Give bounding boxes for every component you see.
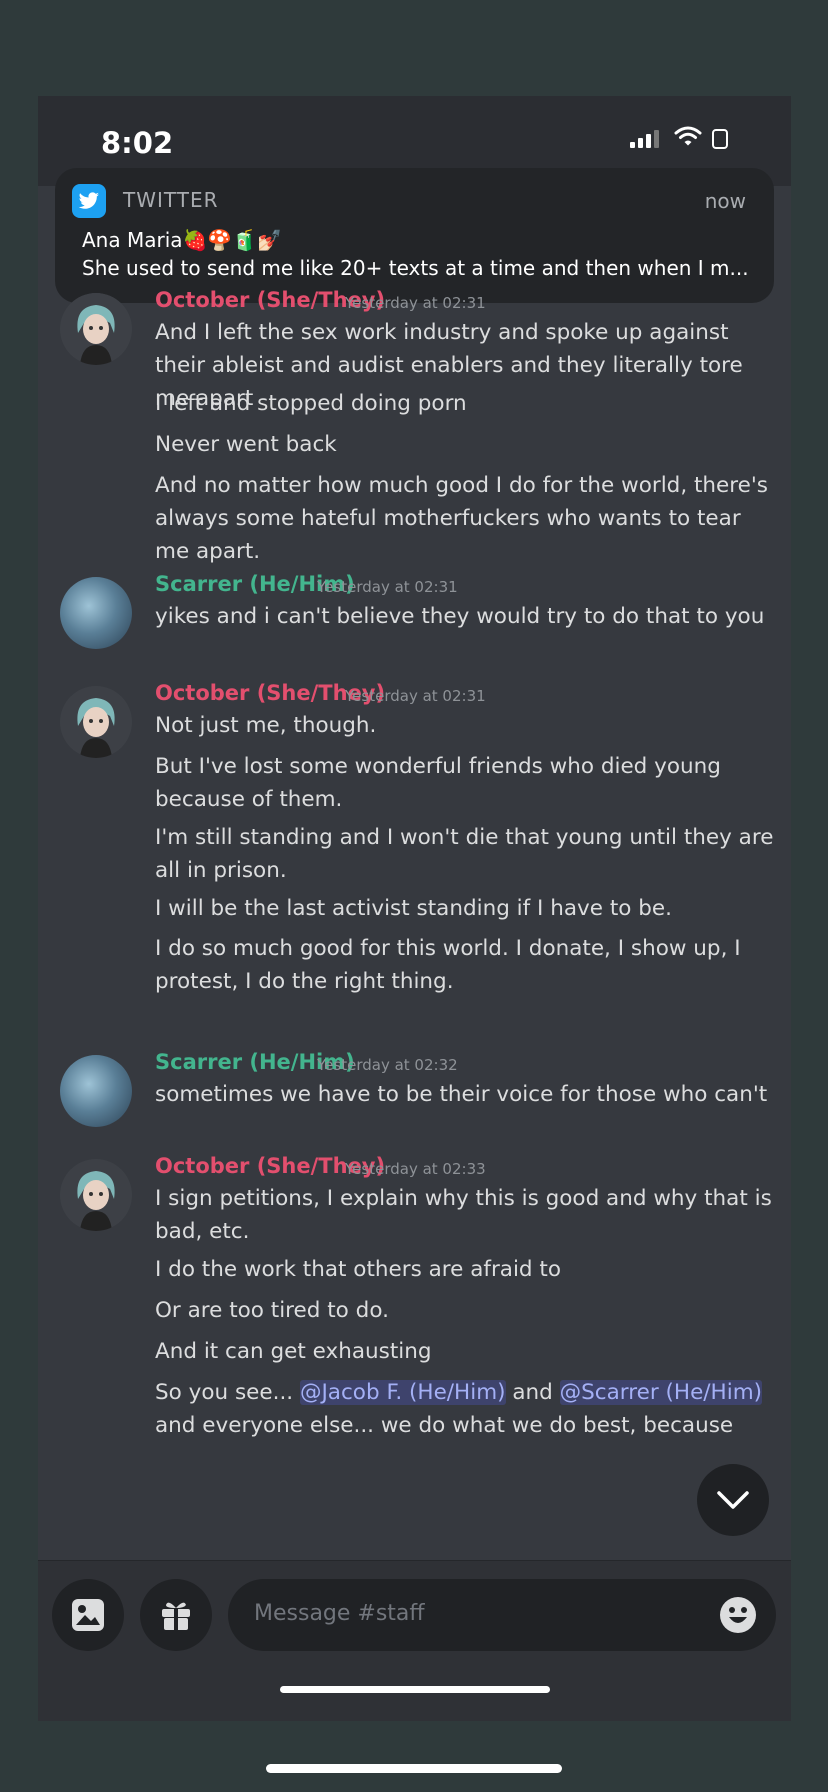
message-timestamp: Yesterday at 02:31: [317, 578, 458, 596]
smiley-icon: [729, 1607, 747, 1623]
user-mention[interactable]: @Scarrer (He/Him): [559, 1380, 763, 1405]
gift-button[interactable]: [140, 1579, 212, 1651]
message-timestamp: Yesterday at 02:31: [345, 294, 486, 312]
status-time: 8:02: [101, 126, 174, 160]
message-input-placeholder: Message #staff: [254, 1601, 425, 1626]
message-timestamp: Yesterday at 02:32: [317, 1056, 458, 1074]
app-home-indicator: [280, 1686, 550, 1693]
app-window: 8:02 TWITTER now Ana Maria🍓🍄🧃💅🏻 She used…: [38, 96, 791, 1721]
message-text: I will be the last activist standing if …: [155, 896, 672, 921]
message-text-middle: and: [505, 1380, 560, 1405]
avatar[interactable]: [60, 1055, 132, 1127]
wifi-icon: [674, 126, 702, 146]
message-timestamp: Yesterday at 02:33: [345, 1160, 486, 1178]
jump-to-latest-button[interactable]: [697, 1464, 769, 1536]
message-text: But I've lost some wonderful friends who…: [155, 754, 721, 812]
image-icon: [72, 1599, 104, 1631]
message-text: I'm still standing and I won't die that …: [155, 825, 774, 883]
twitter-icon: [72, 184, 106, 218]
notification-time: now: [704, 189, 746, 213]
message-group: October (She/They) Yesterday at 02:31 An…: [38, 286, 791, 564]
message-text: And no matter how much good I do for the…: [155, 473, 768, 564]
chevron-down-icon: [717, 1491, 749, 1509]
message-text: I left and stopped doing porn: [155, 391, 467, 416]
message-group: Scarrer (He/Him) Yesterday at 02:32 some…: [38, 1048, 791, 1128]
message-text: So you see... @Jacob F. (He/Him) and @Sc…: [155, 1376, 775, 1442]
avatar[interactable]: [60, 1159, 132, 1231]
attach-image-button[interactable]: [52, 1579, 124, 1651]
message-text: I do so much good for this world. I dona…: [155, 936, 741, 994]
push-notification[interactable]: TWITTER now Ana Maria🍓🍄🧃💅🏻 She used to s…: [55, 168, 774, 303]
notification-title: Ana Maria🍓🍄🧃💅🏻: [82, 228, 283, 252]
message-text: Never went back: [155, 432, 337, 457]
message-group: October (She/They) Yesterday at 02:31 No…: [38, 679, 791, 1009]
user-mention[interactable]: @Jacob F. (He/Him): [299, 1380, 506, 1405]
notification-body: She used to send me like 20+ texts at a …: [82, 256, 749, 280]
message-text: sometimes we have to be their voice for …: [155, 1082, 768, 1107]
emoji-button[interactable]: [720, 1597, 756, 1633]
message-text-prefix: So you see...: [155, 1380, 300, 1405]
message-text: I sign petitions, I explain why this is …: [155, 1186, 772, 1244]
notification-app-name: TWITTER: [123, 188, 219, 212]
home-indicator: [266, 1764, 562, 1773]
message-text: yikes and i can't believe they would try…: [155, 604, 765, 629]
message-text: Not just me, though.: [155, 713, 377, 738]
avatar[interactable]: [60, 577, 132, 649]
message-text-suffix: and everyone else... we do what we do be…: [155, 1413, 734, 1438]
composer-bar: Message #staff: [38, 1560, 791, 1721]
message-group: October (She/They) Yesterday at 02:33 I …: [38, 1152, 791, 1562]
message-timestamp: Yesterday at 02:31: [345, 687, 486, 705]
battery-icon: [712, 129, 728, 149]
message-group: Scarrer (He/Him) Yesterday at 02:31 yike…: [38, 570, 791, 650]
message-text: Or are too tired to do.: [155, 1298, 389, 1323]
avatar[interactable]: [60, 686, 132, 758]
gift-icon: [162, 1602, 190, 1630]
message-text: I do the work that others are afraid to: [155, 1257, 562, 1282]
signal-icon: [630, 130, 659, 148]
avatar[interactable]: [60, 293, 132, 365]
message-input[interactable]: Message #staff: [228, 1579, 776, 1651]
message-text: And it can get exhausting: [155, 1339, 432, 1364]
